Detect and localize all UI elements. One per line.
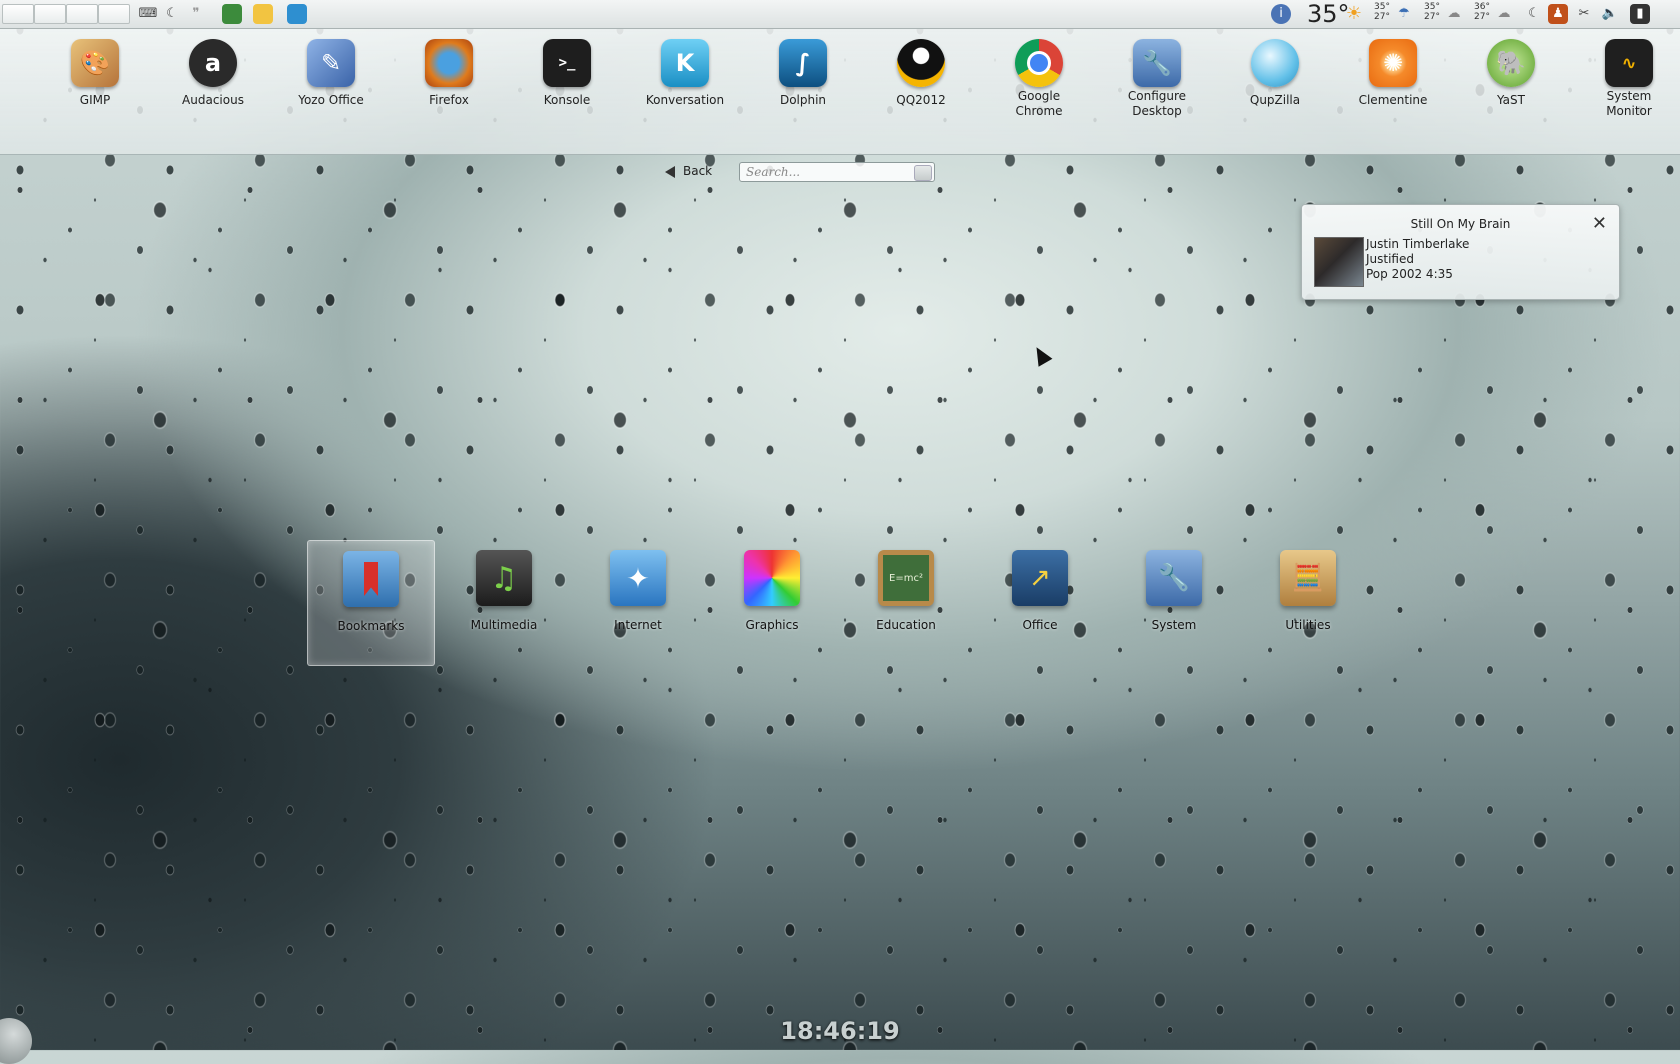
- category-office[interactable]: ↗ Office: [977, 540, 1103, 664]
- chalkboard-icon: E=mc²: [883, 555, 929, 601]
- chrome-center-icon: [1027, 51, 1051, 75]
- utilities-calculator-icon: 🧮: [1280, 550, 1336, 606]
- album-art: [1314, 237, 1364, 287]
- notification-album: Justified: [1366, 252, 1414, 266]
- bookmarks-folder-icon: [343, 551, 399, 607]
- cloud-icon: ☁: [1497, 6, 1511, 21]
- favorite-qupzilla[interactable]: QupZilla: [1220, 39, 1330, 108]
- firefox-icon: [425, 39, 473, 87]
- education-chalkboard-icon: E=mc²: [878, 550, 934, 606]
- system-wrench-icon: 🔧: [1146, 550, 1202, 606]
- category-system[interactable]: 🔧 System: [1111, 540, 1237, 664]
- yast-icon: 🐘: [1487, 39, 1535, 87]
- audacious-icon: a: [189, 39, 237, 87]
- yozo-office-icon: ✎: [307, 39, 355, 87]
- cloud-icon: ☁: [1447, 6, 1461, 21]
- configure-desktop-icon: 🔧: [1133, 39, 1181, 87]
- gimp-icon: 🎨: [71, 39, 119, 87]
- favorite-system-monitor[interactable]: ∿ System Monitor: [1574, 39, 1680, 119]
- search-input[interactable]: [739, 162, 935, 182]
- partly-cloudy-icon: ☀: [1345, 3, 1363, 24]
- favorite-yast[interactable]: 🐘 YaST: [1456, 39, 1566, 108]
- scissors-icon[interactable]: ✂: [1574, 4, 1594, 24]
- favorite-audacious[interactable]: a Audacious: [158, 39, 268, 108]
- category-bookmarks[interactable]: Bookmarks: [307, 540, 435, 666]
- favorite-dolphin[interactable]: ∫ Dolphin: [748, 39, 858, 108]
- notification-artist: Justin Timberlake: [1366, 237, 1470, 251]
- device-notifier-icon[interactable]: ▮: [1630, 4, 1650, 24]
- favorite-konversation[interactable]: K Konversation: [630, 39, 740, 108]
- moon-icon[interactable]: ☾: [162, 4, 182, 24]
- chrome-launcher-icon[interactable]: [222, 4, 242, 24]
- qq-tray-icon[interactable]: ♟: [1548, 4, 1568, 24]
- volume-icon[interactable]: 🔈: [1600, 4, 1620, 24]
- favorite-konsole[interactable]: >_ Konsole: [512, 39, 622, 108]
- info-icon[interactable]: i: [1271, 4, 1291, 24]
- multimedia-icon: ♫: [476, 550, 532, 606]
- graphics-color-wheel-icon: [744, 550, 800, 606]
- category-multimedia[interactable]: ♫ Multimedia: [441, 540, 567, 664]
- now-playing-notification: Still On My Brain ✕ Justin Timberlake Ju…: [1301, 204, 1620, 300]
- favorite-google-chrome[interactable]: Google Chrome: [984, 39, 1094, 119]
- keyboard-icon[interactable]: ⌨: [138, 4, 158, 24]
- desktop-clock: 18:46:19: [780, 1017, 900, 1045]
- top-panel: ⌨ ☾ ❞ i 35° ☀ 35° 27° ☂ 35° 27° ☁ 36° 27…: [0, 0, 1680, 29]
- office-chart-icon: ↗: [1012, 550, 1068, 606]
- close-icon[interactable]: ✕: [1592, 213, 1607, 234]
- night-mode-icon[interactable]: ☾: [1524, 4, 1544, 24]
- rain-icon: ☂: [1398, 6, 1410, 21]
- bookmark-ribbon-icon: [364, 562, 378, 596]
- category-utilities[interactable]: 🧮 Utilities: [1245, 540, 1371, 664]
- package-launcher-icon[interactable]: [287, 4, 307, 24]
- virtual-desktop-1[interactable]: [2, 4, 34, 24]
- favorite-clementine[interactable]: ✺ Clementine: [1338, 39, 1448, 108]
- notification-details: Pop 2002 4:35: [1366, 267, 1453, 281]
- forecast-day-2: 35° 27°: [1424, 2, 1440, 22]
- mouse-cursor: [1029, 343, 1053, 367]
- back-arrow-icon: [665, 165, 675, 178]
- system-monitor-icon: ∿: [1605, 39, 1653, 87]
- notification-title: Still On My Brain: [1410, 217, 1511, 231]
- category-graphics[interactable]: Graphics: [709, 540, 835, 664]
- category-internet[interactable]: ✦ Internet: [575, 540, 701, 664]
- qq-penguin-icon: [897, 39, 945, 87]
- virtual-desktop-2[interactable]: [34, 4, 66, 24]
- favorite-gimp[interactable]: 🎨 GIMP: [40, 39, 150, 108]
- back-button[interactable]: Back: [665, 164, 712, 178]
- forecast-day-1: 35° 27°: [1374, 2, 1390, 22]
- category-education[interactable]: E=mc² Education: [843, 540, 969, 664]
- virtual-desktop-3[interactable]: [66, 4, 98, 24]
- konversation-icon: K: [661, 39, 709, 87]
- clementine-icon: ✺: [1369, 39, 1417, 87]
- favorite-configure-desktop[interactable]: 🔧 Configure Desktop: [1102, 39, 1212, 119]
- virtual-desktop-4[interactable]: [98, 4, 130, 24]
- favorites-bar: 🎨 GIMP a Audacious ✎ Yozo Office Firefox…: [0, 29, 1680, 155]
- qupzilla-icon: [1251, 39, 1299, 87]
- konsole-icon: >_: [543, 39, 591, 87]
- internet-icon: ✦: [610, 550, 666, 606]
- favorite-firefox[interactable]: Firefox: [394, 39, 504, 108]
- notes-launcher-icon[interactable]: [253, 4, 273, 24]
- chrome-icon: [1015, 39, 1063, 87]
- favorite-qq2012[interactable]: QQ2012: [866, 39, 976, 108]
- dolphin-icon: ∫: [779, 39, 827, 87]
- quote-icon[interactable]: ❞: [186, 4, 206, 24]
- favorite-yozo-office[interactable]: ✎ Yozo Office: [276, 39, 386, 108]
- forecast-day-3: 36° 27°: [1474, 2, 1490, 22]
- search-clear-button[interactable]: [914, 165, 932, 181]
